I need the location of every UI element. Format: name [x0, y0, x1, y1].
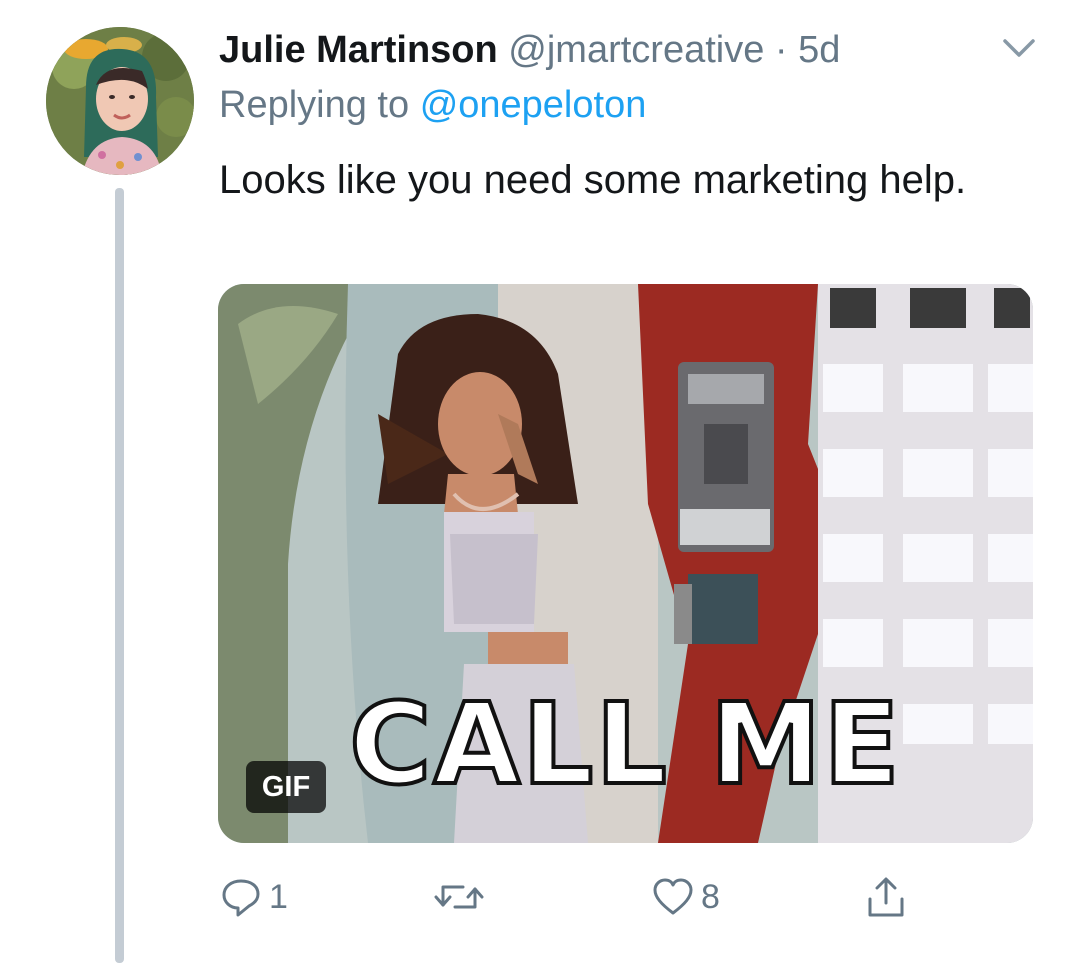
chevron-down-icon — [1003, 39, 1035, 57]
tweet-actions: 1 8 — [0, 862, 1080, 932]
avatar-image — [46, 27, 194, 175]
like-button[interactable]: 8 — [651, 862, 720, 932]
gif-caption: CALL ME — [347, 678, 902, 812]
thread-line — [115, 188, 124, 963]
replying-prefix: Replying to — [219, 84, 410, 126]
author-handle[interactable]: @jmartcreative — [508, 29, 764, 71]
retweet-icon — [434, 885, 484, 909]
like-count: 8 — [701, 878, 720, 916]
avatar[interactable] — [46, 27, 194, 175]
share-button[interactable] — [864, 862, 908, 932]
reply-count: 1 — [269, 878, 288, 916]
gif-media[interactable]: CALL ME GIF — [218, 284, 1033, 843]
mention-link[interactable]: @onepeloton — [420, 84, 647, 126]
retweet-button[interactable] — [433, 862, 485, 932]
gif-badge: GIF — [246, 761, 326, 813]
reply-icon — [222, 879, 260, 917]
replying-to: Replying to @onepeloton — [219, 80, 646, 130]
like-icon — [653, 878, 693, 915]
more-options-button[interactable] — [996, 30, 1042, 66]
timestamp[interactable]: 5d — [798, 29, 840, 71]
author-name[interactable]: Julie Martinson — [219, 29, 498, 71]
tweet-text: Looks like you need some marketing help. — [219, 158, 967, 202]
tweet-header: Julie Martinson @jmartcreative · 5d — [219, 22, 999, 78]
reply-button[interactable]: 1 — [219, 862, 288, 932]
share-icon — [868, 877, 904, 917]
separator-dot: · — [774, 29, 788, 71]
